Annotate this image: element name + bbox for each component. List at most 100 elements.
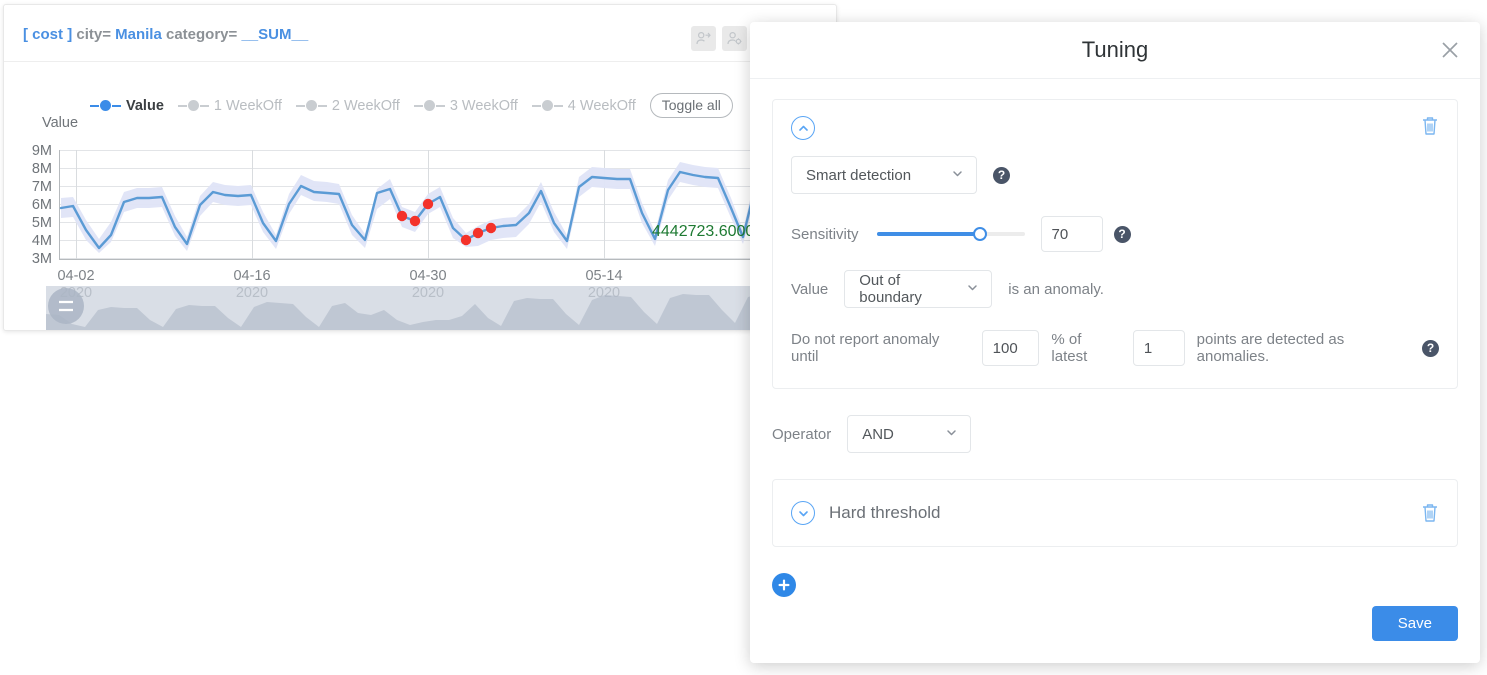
delete-smart-detection-icon[interactable] [1419, 114, 1441, 138]
sensitivity-input[interactable]: 70 [1040, 216, 1103, 252]
legend-label: 2 WeekOff [331, 97, 400, 114]
detector-type-select[interactable]: Smart detection [791, 156, 977, 194]
metric-title: [ cost ] city= Manila category= __SUM__ [23, 26, 308, 43]
legend-item-3-weekoff[interactable]: 3 WeekOff [413, 97, 518, 114]
close-icon[interactable] [1438, 38, 1462, 62]
tuning-panel-header: Tuning [750, 22, 1480, 79]
boundary-direction-select[interactable]: Out of boundary [844, 270, 993, 308]
operator-select[interactable]: AND [847, 415, 972, 453]
legend-dash-icon [531, 104, 541, 107]
dimension-key-category: category= [166, 26, 238, 43]
suppress-points-input[interactable]: 1 [1132, 330, 1185, 366]
legend-dash-icon [177, 104, 187, 107]
smart-detection-rule: Smart detection ? Sensitivity 70 ? Value… [772, 99, 1458, 389]
anomaly-suffix-text: is an anomaly. [1008, 280, 1104, 298]
detector-help-icon[interactable]: ? [993, 166, 1010, 184]
chart-gridlines [59, 150, 836, 259]
legend-dash-icon [553, 104, 563, 107]
legend-dot-icon [187, 100, 199, 111]
sensitivity-slider[interactable] [876, 227, 1025, 241]
y-tick-label: 6M [32, 197, 52, 213]
y-tick-label: 8M [32, 161, 52, 177]
legend-dash-icon [435, 104, 445, 107]
legend-label: 1 WeekOff [213, 97, 282, 114]
chart-card-header: [ cost ] city= Manila category= __SUM__ [4, 5, 836, 62]
tuning-panel-body: Smart detection ? Sensitivity 70 ? Value… [750, 79, 1480, 597]
user-share-icon[interactable] [691, 26, 716, 51]
chart-legend: Value 1 WeekOff 2 WeekOff 3 WeekOff 4 We… [90, 93, 733, 118]
metric-name[interactable]: cost [32, 26, 63, 43]
chart-plot[interactable]: 9M 8M 7M 6M 5M 4M 3M 4442723.60000 04-02… [4, 138, 836, 330]
chevron-down-icon [945, 426, 958, 443]
dimension-key-city: city= [76, 26, 111, 43]
anomaly-point[interactable] [409, 215, 421, 227]
legend-item-2-weekoff[interactable]: 2 WeekOff [295, 97, 400, 114]
anomaly-point[interactable] [472, 227, 484, 239]
legend-label: 3 WeekOff [449, 97, 518, 114]
legend-dash-icon [317, 104, 327, 107]
hard-threshold-rule: Hard threshold [772, 479, 1458, 547]
add-rule-button[interactable] [772, 573, 796, 597]
y-tick-label: 5M [32, 215, 52, 231]
sensitivity-label: Sensitivity [791, 225, 859, 243]
legend-dash-icon [90, 104, 99, 107]
anomaly-point[interactable] [422, 198, 434, 210]
app-root: [ cost ] city= Manila category= __SUM__ [0, 0, 1487, 675]
chevron-down-icon [966, 281, 979, 298]
bracket-open: [ [23, 26, 28, 43]
dimension-value-city[interactable]: Manila [115, 26, 162, 43]
y-tick-label: 7M [32, 179, 52, 195]
y-tick-label: 3M [32, 251, 52, 267]
legend-item-4-weekoff[interactable]: 4 WeekOff [531, 97, 636, 114]
x-tick-label: 04-30 [409, 268, 446, 284]
toggle-all-button[interactable]: Toggle all [649, 93, 733, 118]
chevron-down-icon [951, 167, 964, 184]
chevron-down-circle-icon[interactable] [791, 501, 815, 525]
brush-handle-left[interactable] [48, 288, 84, 324]
value-label: Value [791, 280, 829, 298]
user-settings-icon[interactable] [722, 26, 747, 51]
anomaly-point[interactable] [485, 222, 497, 234]
operator-label: Operator [772, 425, 832, 443]
detector-type-value: Smart detection [806, 166, 912, 184]
sensitivity-slider-knob[interactable] [973, 227, 988, 241]
legend-dash-icon [112, 104, 121, 107]
chart-card: [ cost ] city= Manila category= __SUM__ [3, 4, 837, 331]
chevron-up-icon[interactable] [791, 116, 815, 140]
legend-dot-icon [100, 100, 111, 111]
legend-item-1-weekoff[interactable]: 1 WeekOff [177, 97, 282, 114]
save-button[interactable]: Save [1371, 606, 1458, 641]
legend-item-value[interactable]: Value [90, 98, 164, 114]
chart-annotation: 4442723.60000 [652, 223, 763, 240]
x-tick-label: 04-16 [233, 268, 270, 284]
suppress-suffix-text: points are detected as anomalies. [1196, 331, 1345, 365]
legend-dash-icon [295, 104, 305, 107]
range-brush[interactable] [46, 286, 836, 330]
legend-dash-icon [413, 104, 423, 107]
operator-value: AND [862, 425, 894, 443]
anomaly-point[interactable] [396, 210, 408, 222]
y-axis-title: Value [42, 115, 79, 131]
tuning-panel: Tuning Smart detection ? Sensitivity 70 … [750, 22, 1480, 663]
legend-dot-icon [541, 100, 553, 111]
panel-title: Tuning [1081, 37, 1149, 62]
delete-hard-threshold-icon[interactable] [1419, 501, 1441, 525]
boundary-direction-value: Out of boundary [859, 272, 922, 306]
suppress-percent-input[interactable]: 100 [981, 330, 1040, 366]
hard-threshold-label: Hard threshold [829, 503, 941, 522]
x-tick-label: 05-14 [585, 268, 622, 284]
suppress-mid-text: % of latest [1051, 331, 1088, 365]
sensitivity-help-icon[interactable]: ? [1113, 225, 1131, 243]
dimension-value-category[interactable]: __SUM__ [241, 26, 308, 43]
anomaly-point[interactable] [460, 234, 472, 246]
bracket-close: ] [67, 26, 73, 43]
y-tick-label: 4M [32, 233, 52, 249]
sensitivity-slider-fill [876, 232, 981, 236]
legend-dot-icon [423, 100, 435, 111]
legend-label: 4 WeekOff [567, 97, 636, 114]
legend-label: Value [126, 97, 164, 114]
y-tick-label: 9M [32, 143, 52, 159]
suppress-help-icon[interactable]: ? [1422, 339, 1440, 357]
suppress-prefix-text: Do not report anomaly until [791, 331, 940, 365]
legend-dot-icon [305, 100, 317, 111]
